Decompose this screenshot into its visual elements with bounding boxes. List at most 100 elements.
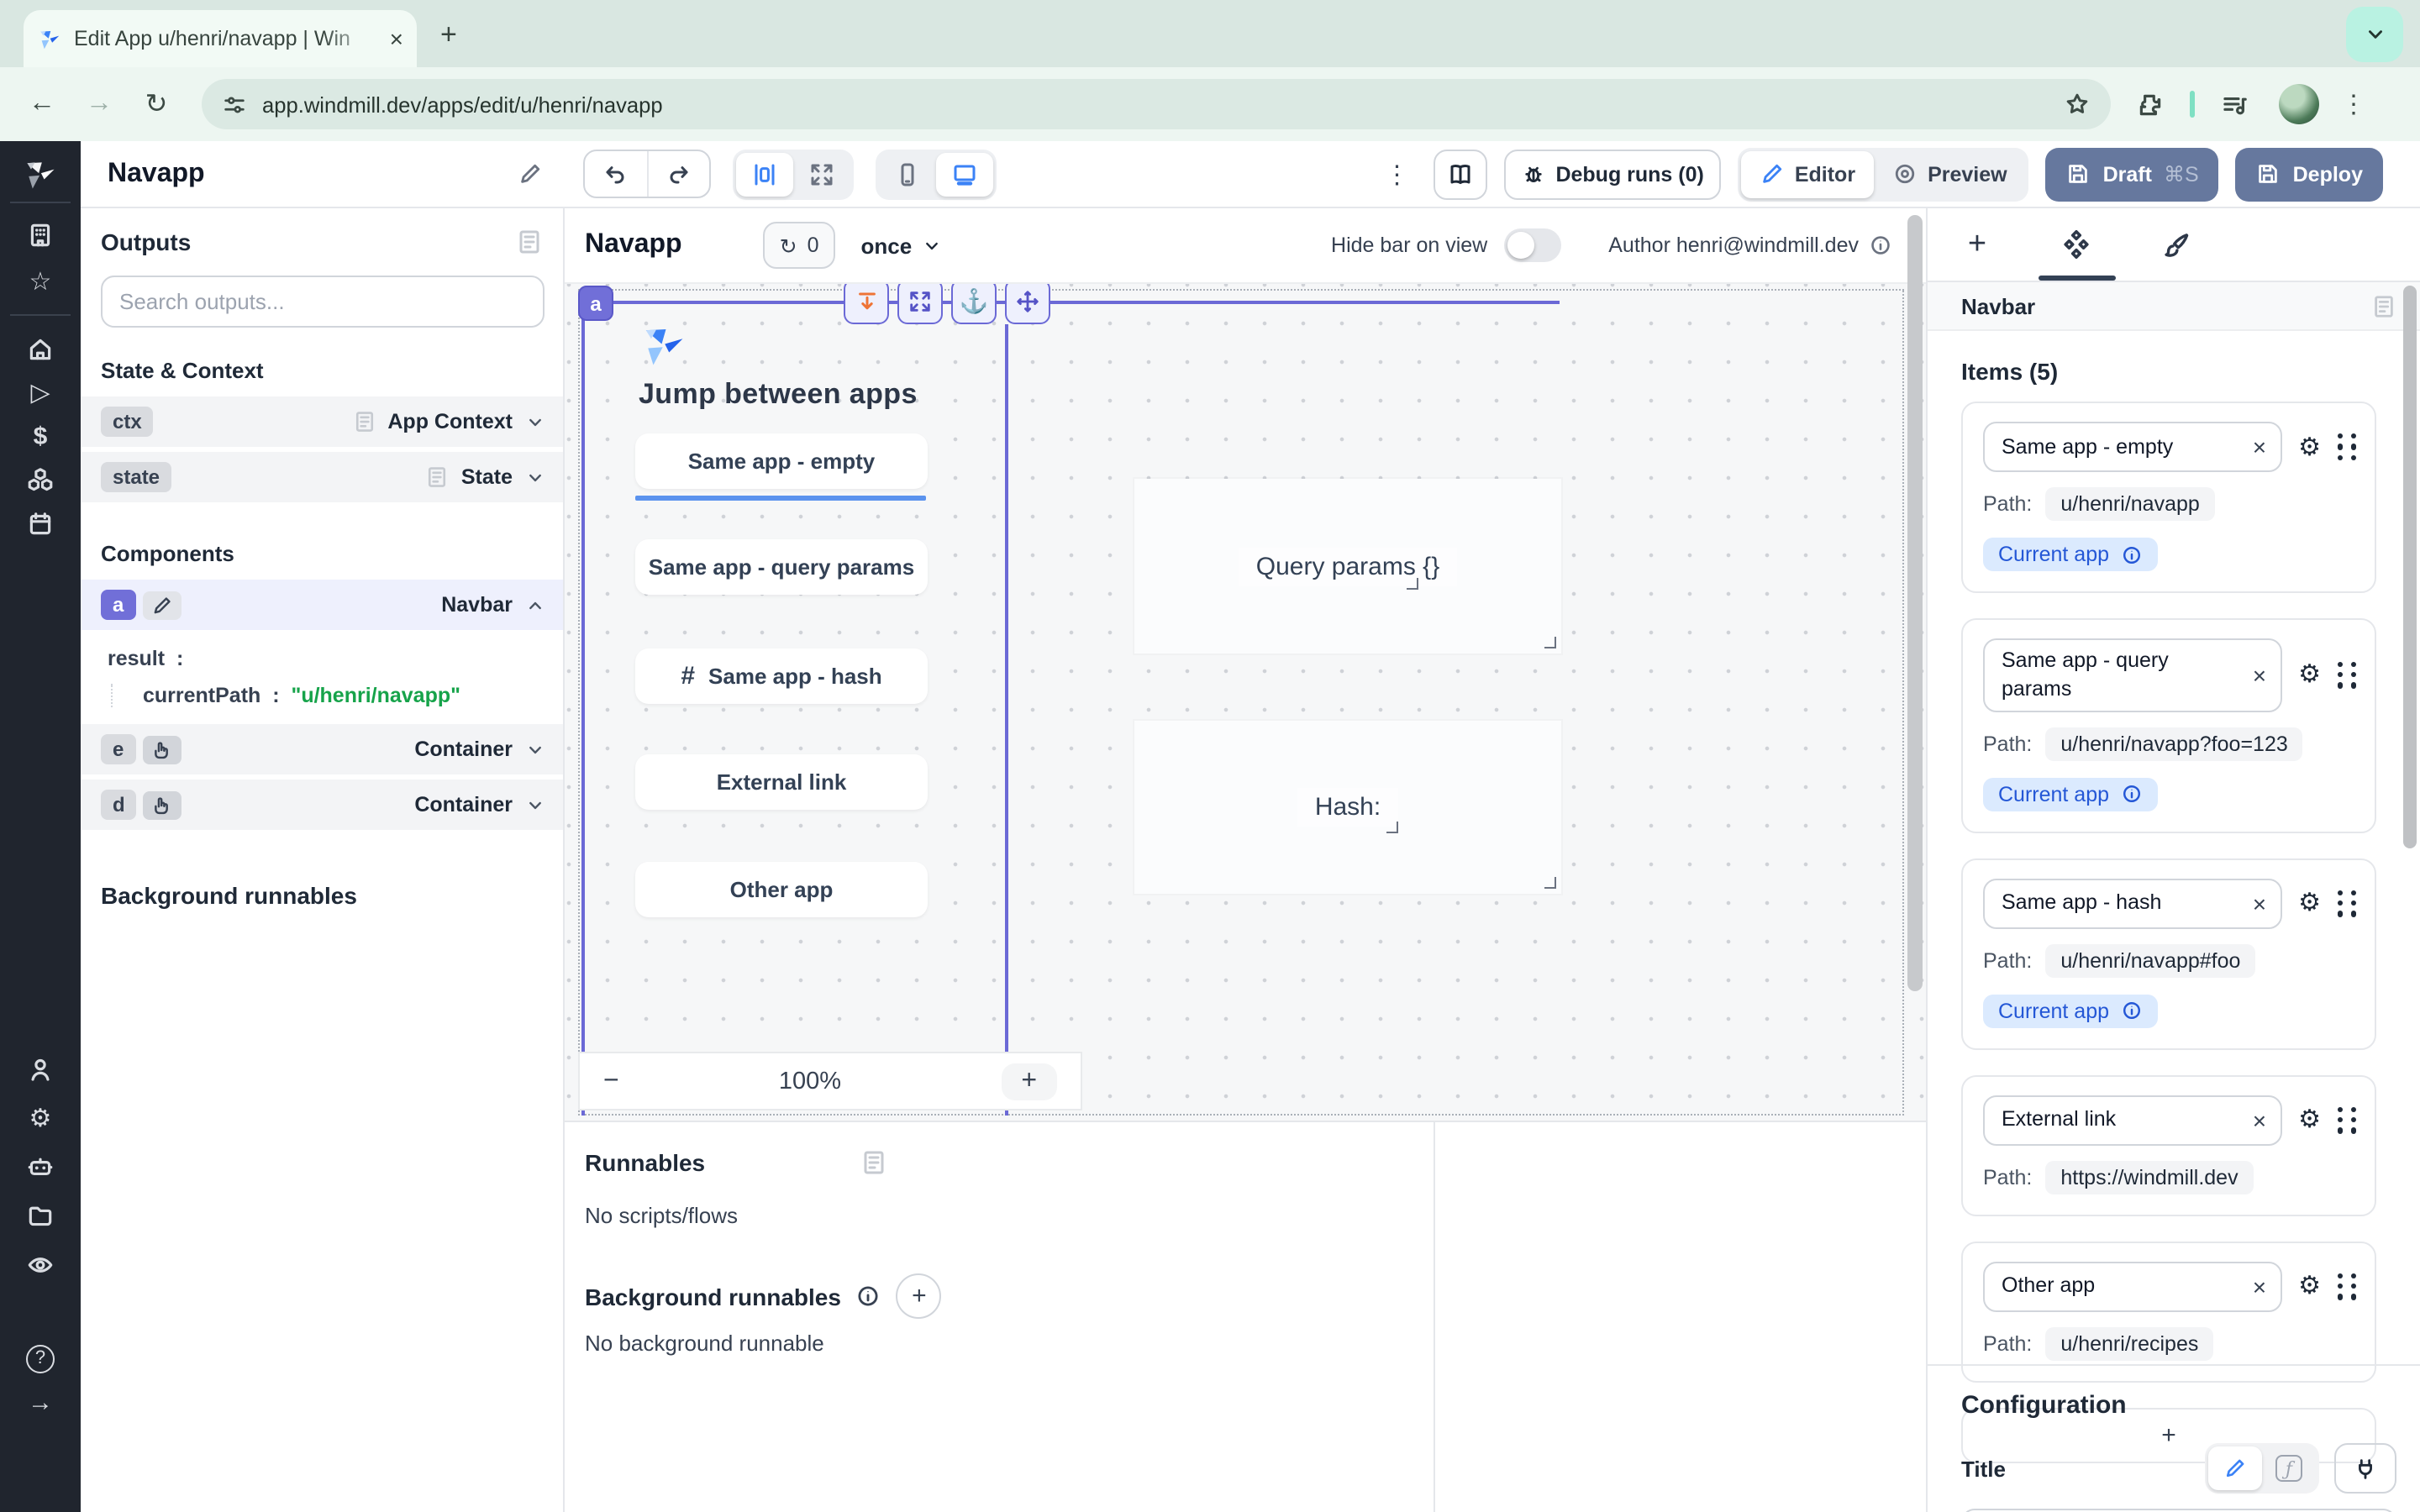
title-field-input[interactable]: Jump between apps <box>1961 1509 2396 1512</box>
media-playlist-icon[interactable] <box>2220 90 2249 118</box>
edit-pencil-icon[interactable] <box>142 591 181 619</box>
container-d-row[interactable]: d Container <box>81 780 563 830</box>
anchor-button[interactable]: ⚓ <box>951 284 997 324</box>
info-icon[interactable] <box>856 1284 881 1309</box>
item-label-input[interactable]: Other app × <box>1983 1262 2281 1312</box>
refresh-button[interactable]: ↻ 0 <box>763 222 836 269</box>
add-background-runnable-button[interactable]: + <box>897 1273 942 1319</box>
resize-handle[interactable] <box>1386 822 1398 833</box>
settings-gear-icon[interactable]: ⚙ <box>29 1106 52 1131</box>
nav-item-other-app[interactable]: Other app <box>635 862 928 917</box>
navbar-component-row[interactable]: a Navbar <box>81 580 563 630</box>
app-canvas[interactable]: a ⚓ Jump between apps Same app - empty S… <box>565 284 1926 1121</box>
drag-handle[interactable] <box>2338 662 2358 688</box>
extensions-puzzle-icon[interactable] <box>2136 90 2165 118</box>
tab-component-settings[interactable] <box>2027 228 2126 260</box>
forward-button[interactable]: → <box>71 89 128 119</box>
chevron-up-icon[interactable] <box>524 594 546 616</box>
schedules-calendar-icon[interactable] <box>26 510 55 538</box>
panel-doc-icon[interactable] <box>860 1149 887 1176</box>
nav-item-query-params[interactable]: Same app - query params <box>635 539 928 595</box>
drag-handle[interactable] <box>2338 433 2358 459</box>
item-settings-gear-icon[interactable]: ⚙ <box>2298 434 2321 459</box>
hide-bar-toggle[interactable] <box>1504 228 1561 262</box>
clear-icon[interactable]: × <box>2253 1273 2266 1300</box>
windmill-logo[interactable] <box>22 156 59 193</box>
users-person-icon[interactable] <box>26 1056 55 1084</box>
drag-handle[interactable] <box>2338 1107 2358 1133</box>
nav-item-same-app-empty[interactable]: Same app - empty <box>635 433 928 489</box>
query-params-container[interactable]: Query params {} <box>1134 479 1561 654</box>
nav-item-hash[interactable]: # Same app - hash <box>635 648 928 704</box>
clear-icon[interactable]: × <box>2253 433 2266 460</box>
resize-handle[interactable] <box>1544 637 1556 648</box>
undo-button[interactable] <box>585 151 647 197</box>
info-icon[interactable] <box>2121 543 2143 565</box>
redo-button[interactable] <box>647 151 709 197</box>
chevron-down-icon[interactable] <box>524 411 546 433</box>
zoom-in-button[interactable]: + <box>1001 1063 1057 1100</box>
drag-handle[interactable] <box>2338 890 2358 916</box>
hash-container[interactable]: Hash: <box>1134 721 1561 894</box>
debug-runs-button[interactable]: Debug runs (0) <box>1503 149 1720 199</box>
draft-button[interactable]: Draft ⌘S <box>2046 147 2219 201</box>
item-settings-gear-icon[interactable]: ⚙ <box>2298 1108 2321 1133</box>
audit-eye-icon[interactable] <box>26 1251 55 1279</box>
panel-doc-icon[interactable] <box>516 228 543 255</box>
info-icon[interactable] <box>2121 784 2143 806</box>
connect-plug-button[interactable] <box>2334 1443 2396 1494</box>
item-path[interactable]: u/henri/navapp?foo=123 <box>2045 727 2302 761</box>
tab-styling-brush[interactable] <box>2126 229 2225 260</box>
desktop-view-button[interactable] <box>936 152 993 196</box>
editor-tab[interactable]: Editor <box>1741 150 1874 197</box>
ctx-output-row[interactable]: ctx App Context <box>81 396 563 447</box>
browser-menu-icon[interactable]: ⋮ <box>2341 89 2366 119</box>
move-handle-button[interactable] <box>1005 284 1050 324</box>
static-mode-pencil-button[interactable] <box>2208 1446 2262 1490</box>
item-settings-gear-icon[interactable]: ⚙ <box>2298 1274 2321 1299</box>
deploy-button[interactable]: Deploy <box>2236 147 2383 201</box>
drag-handle[interactable] <box>2338 1273 2358 1299</box>
clear-icon[interactable]: × <box>2253 662 2266 689</box>
schedule-select[interactable]: once <box>860 233 942 258</box>
tab-insert-component[interactable]: + <box>1928 226 2027 263</box>
center-scrollbar[interactable] <box>1907 215 1923 991</box>
home-icon[interactable] <box>26 335 55 364</box>
centered-layout-button[interactable] <box>736 152 793 196</box>
workspace-icon[interactable] <box>26 221 55 249</box>
item-label-input[interactable]: External link × <box>1983 1095 2281 1146</box>
profile-avatar[interactable] <box>2279 84 2319 124</box>
chevron-down-icon[interactable] <box>524 794 546 816</box>
browser-tab[interactable]: Edit App u/henri/navapp | Win × <box>24 10 417 67</box>
info-icon[interactable] <box>1869 234 1892 257</box>
url-text[interactable]: app.windmill.dev/apps/edit/u/henri/navap… <box>262 92 2049 117</box>
tab-close-icon[interactable]: × <box>390 27 403 50</box>
item-path[interactable]: u/henri/recipes <box>2045 1327 2213 1361</box>
clear-icon[interactable]: × <box>2253 890 2266 917</box>
collapse-arrow-icon[interactable]: → <box>28 1390 53 1415</box>
query-params-text[interactable]: Query params {} <box>1239 547 1456 585</box>
panel-doc-icon[interactable] <box>2371 293 2396 318</box>
chevron-down-icon[interactable] <box>524 738 546 760</box>
container-e-row[interactable]: e Container <box>81 724 563 774</box>
state-output-row[interactable]: state State <box>81 452 563 502</box>
expression-mode-fx-button[interactable]: ƒ <box>2262 1446 2316 1490</box>
item-path[interactable]: u/henri/navapp#foo <box>2045 944 2255 978</box>
workers-robot-icon[interactable] <box>26 1153 55 1182</box>
selection-right-border[interactable] <box>1005 324 1008 1116</box>
expand-component-button[interactable] <box>897 284 943 324</box>
favorites-star-icon[interactable]: ☆ <box>29 270 52 295</box>
edit-name-pencil-icon[interactable] <box>518 161 543 186</box>
more-options-icon[interactable]: ⋮ <box>1384 159 1409 189</box>
item-settings-gear-icon[interactable]: ⚙ <box>2298 891 2321 916</box>
zoom-out-button[interactable]: − <box>603 1066 619 1096</box>
fullscreen-layout-button[interactable] <box>793 152 850 196</box>
item-label-input[interactable]: Same app - hash × <box>1983 879 2281 929</box>
resources-cubes-icon[interactable] <box>26 466 55 495</box>
docs-book-button[interactable] <box>1433 149 1486 199</box>
folders-icon[interactable] <box>26 1202 55 1231</box>
runs-play-icon[interactable]: ▷ <box>30 381 50 406</box>
address-bar[interactable]: app.windmill.dev/apps/edit/u/henri/navap… <box>202 79 2111 129</box>
hash-text[interactable]: Hash: <box>1298 788 1397 827</box>
new-tab-button[interactable]: + <box>440 20 457 49</box>
